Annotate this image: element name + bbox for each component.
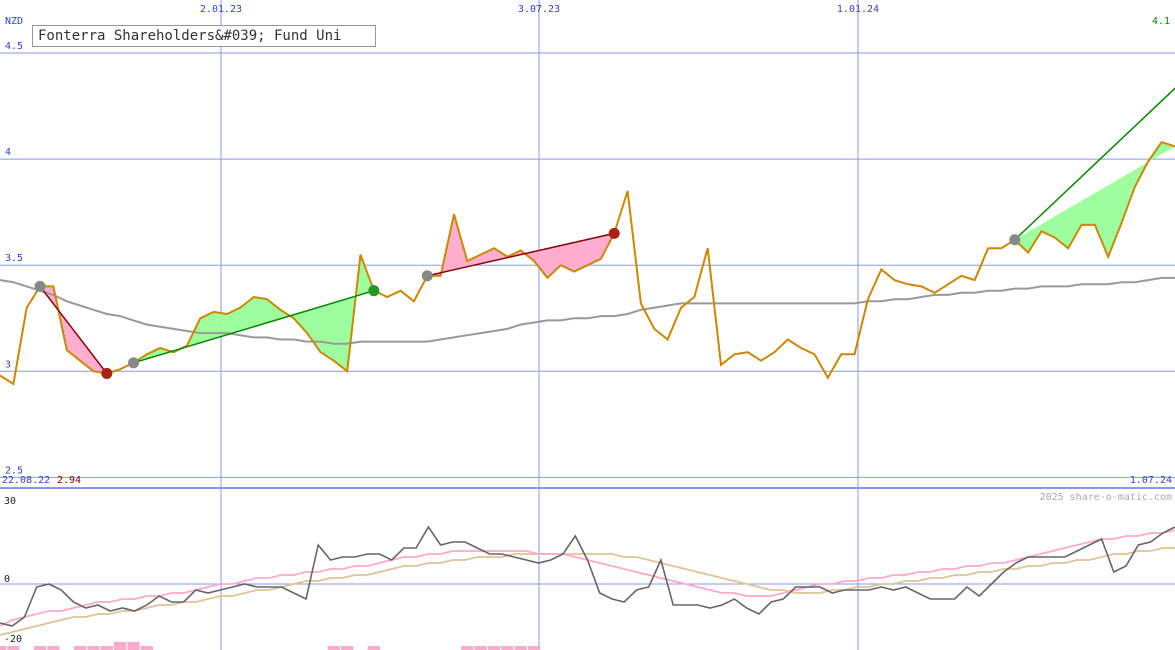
signal-end-marker <box>101 367 113 379</box>
start-price-label: 2.94 <box>57 475 81 486</box>
signal-end-marker <box>368 285 380 297</box>
title-box: Fonterra Shareholders&#039; Fund Uni <box>32 25 376 47</box>
osc-histogram-bar <box>114 642 127 650</box>
signal-fill-layer <box>0 142 1175 650</box>
start-date-label: 22.08.22 <box>2 475 50 486</box>
moving-average-line <box>0 276 1175 345</box>
osc-histogram-bar <box>0 646 7 650</box>
osc-tick-label: 0 <box>4 574 10 585</box>
osc-histogram-bar <box>461 646 474 650</box>
currency-label: NZD <box>5 16 23 27</box>
osc-histogram-bar <box>501 646 514 650</box>
osc-histogram-bar <box>33 646 47 650</box>
y-tick-label: 4 <box>5 147 11 158</box>
osc-histogram-bar <box>7 646 20 650</box>
osc-histogram-bar <box>474 646 487 650</box>
osc-histogram-bar <box>47 646 60 650</box>
sell-signal-area <box>427 214 615 278</box>
signal-start-marker <box>34 280 46 292</box>
y-tick-label: 2.5 <box>5 465 23 476</box>
osc-histogram-bar <box>367 646 380 650</box>
osc-histogram-bar <box>514 646 527 650</box>
buy-signal-area <box>133 254 374 372</box>
end-date-label: 1.07.24 <box>1130 475 1172 486</box>
y-tick-label: 3 <box>5 359 11 370</box>
x-tick-label: 2.01.23 <box>200 4 242 15</box>
osc-tick-label: -20 <box>4 634 22 645</box>
osc-histogram-bar <box>527 646 541 650</box>
signal-end-marker <box>608 227 620 239</box>
signal-start-marker <box>1009 234 1021 246</box>
axis-label-layer: NZD 4.1 22.08.22 2.94 1.07.24 2025 share… <box>2 4 1172 645</box>
osc-histogram-bar <box>487 646 501 650</box>
x-tick-label: 1.01.24 <box>837 4 879 15</box>
series-layer <box>0 87 1175 636</box>
price-chart: NZD 4.1 22.08.22 2.94 1.07.24 2025 share… <box>0 0 1175 650</box>
osc-histogram-bar <box>87 646 100 650</box>
copyright-label: 2025 share-o-matic.com <box>1040 492 1172 503</box>
signal-start-marker <box>128 357 140 369</box>
sell-signal-line <box>39 285 108 374</box>
y-tick-label: 4.5 <box>5 41 23 52</box>
osc-tick-label: 30 <box>4 496 16 507</box>
osc-histogram-bar <box>100 646 113 650</box>
x-tick-label: 3.07.23 <box>518 4 560 15</box>
last-price-label: 4.1 <box>1152 16 1170 27</box>
signal-start-marker <box>421 270 433 282</box>
osc-histogram-bar <box>73 646 87 650</box>
osc-histogram-bar <box>127 642 140 650</box>
y-tick-label: 3.5 <box>5 253 23 264</box>
osc-main-line <box>0 525 1175 627</box>
osc-histogram-bar <box>341 646 354 650</box>
grid-layer <box>0 0 1175 650</box>
osc-histogram-bar <box>327 646 340 650</box>
osc-histogram-bar <box>140 646 153 650</box>
chart-title: Fonterra Shareholders&#039; Fund Uni <box>38 28 342 44</box>
osc-fast-line <box>0 529 1175 627</box>
